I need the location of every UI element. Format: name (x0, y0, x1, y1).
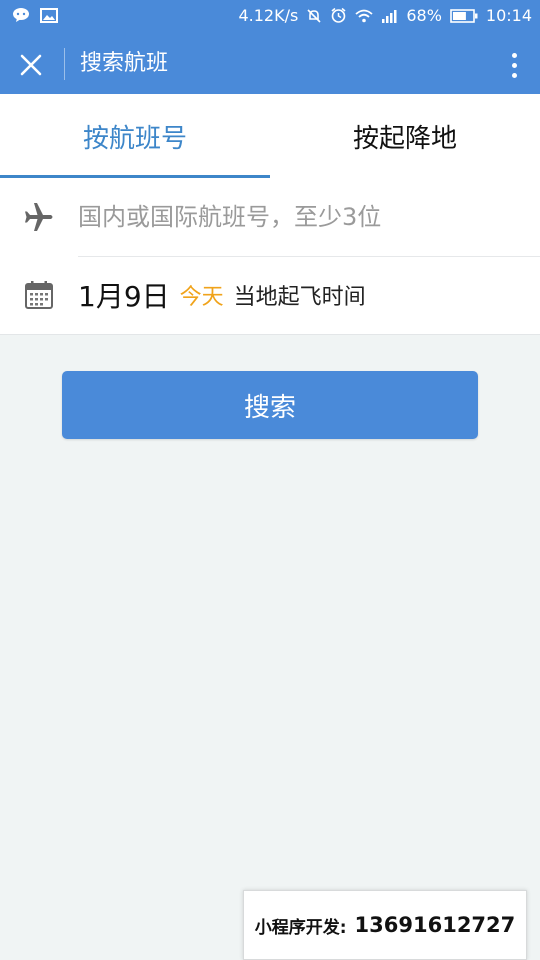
app-bar: 搜索航班 (0, 34, 540, 94)
clock-time: 10:14 (485, 6, 532, 25)
flight-number-row (0, 178, 540, 256)
signal-icon (381, 9, 398, 23)
tab-label: 按航班号 (82, 123, 187, 154)
status-right: 4.12K/s 68% 10:14 (238, 6, 532, 25)
flight-number-input[interactable] (78, 203, 508, 231)
network-speed: 4.12K/s (238, 6, 299, 25)
status-bar: 4.12K/s 68% 10:14 (0, 0, 540, 34)
calendar-icon (0, 280, 78, 310)
tab-label: 按起降地 (352, 123, 457, 154)
status-left-icons (12, 7, 58, 23)
close-button[interactable] (14, 48, 48, 82)
alarm-icon (330, 7, 347, 24)
promo-label: 小程序开发: (254, 917, 347, 938)
promo-banner: 小程序开发: 13691612727 (243, 890, 527, 960)
search-button-label: 搜索 (243, 392, 296, 423)
promo-phone: 13691612727 (354, 913, 516, 937)
top-header: 4.12K/s 68% 10:14 搜索航班 (0, 0, 540, 94)
local-departure-time-note: 当地起飞时间 (233, 285, 366, 310)
image-icon (40, 7, 58, 23)
close-icon (20, 54, 42, 76)
airplane-icon (0, 201, 78, 233)
chat-bubble-icon (12, 7, 30, 23)
date-row[interactable]: 1月9日 今天 当地起飞时间 (0, 256, 540, 334)
battery-percent: 68% (406, 6, 442, 25)
page-title: 搜索航班 (80, 51, 169, 76)
battery-icon (450, 8, 478, 23)
tab-by-route[interactable]: 按起降地 (270, 94, 540, 178)
flight-search-form: 1月9日 今天 当地起飞时间 (0, 178, 540, 335)
more-vertical-icon (511, 52, 517, 58)
app-bar-divider (64, 48, 65, 80)
mute-icon (306, 8, 322, 24)
tab-by-flight-number[interactable]: 按航班号 (0, 94, 270, 179)
search-button[interactable]: 搜索 (62, 371, 478, 439)
today-label: 今天 (179, 285, 224, 310)
more-options-button[interactable] (504, 48, 524, 82)
wifi-icon (355, 9, 373, 23)
search-mode-tabs: 按航班号 按起降地 (0, 94, 540, 179)
selected-date[interactable]: 1月9日 (78, 275, 170, 315)
